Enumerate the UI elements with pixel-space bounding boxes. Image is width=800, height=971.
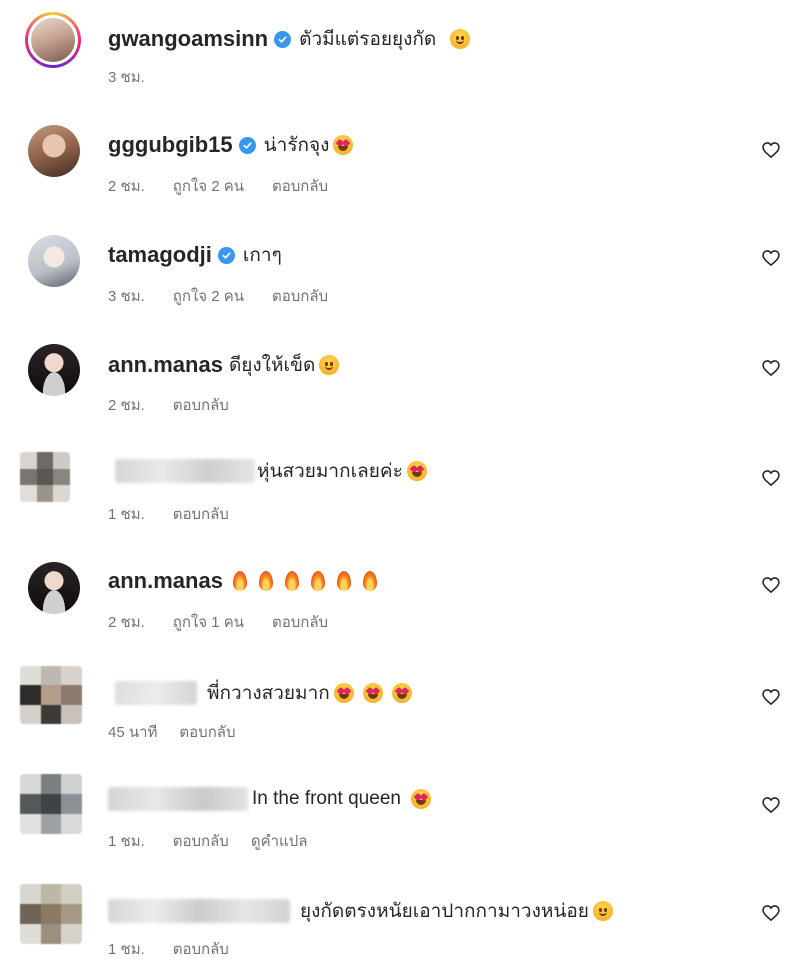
reply-button[interactable]: ตอบกลับ — [173, 393, 229, 417]
comment-time: 1 ชม. — [108, 833, 145, 850]
comment-time: 3 ชม. — [108, 69, 145, 86]
comment-time: 1 ชม. — [108, 941, 145, 958]
reply-button[interactable]: ตอบกลับ — [272, 174, 328, 198]
comment-time: 2 ชม. — [108, 178, 145, 195]
heart-eyes-emoji-icon — [410, 789, 431, 809]
reply-button[interactable]: ตอบกลับ — [173, 937, 229, 961]
blurred-avatar[interactable] — [20, 774, 82, 834]
comment-text: น่ารักจุง — [263, 135, 330, 156]
smiling-sweat-emoji-icon — [592, 901, 613, 921]
fire-emoji-icon — [336, 571, 351, 591]
like-heart-icon[interactable] — [761, 687, 781, 707]
comment-item: In the front queen 1 ชม. ตอบกลับ ดูคำแปล — [0, 770, 800, 880]
blurred-username[interactable] — [108, 787, 248, 811]
laughing-emoji-icon — [319, 355, 340, 375]
comment-text: ตัวมีแต่รอยยุงกัด — [299, 29, 437, 50]
comment-time: 45 นาที — [108, 724, 158, 741]
comment-likes-link[interactable]: ถูกใจ 2 คน — [173, 284, 244, 308]
comment-username[interactable]: gwangoamsinn — [108, 26, 268, 52]
comment-item: หุ่นสวยมากเลยค่ะ 1 ชม. ตอบกลับ — [0, 440, 800, 550]
comment-likes-link[interactable]: ถูกใจ 1 คน — [173, 610, 244, 634]
blurred-avatar[interactable] — [20, 884, 82, 944]
comment-text: In the front queen — [252, 788, 401, 809]
comment-username[interactable]: tamagodji — [108, 242, 212, 268]
fire-emoji-icon — [232, 571, 247, 591]
verified-badge-icon — [217, 246, 235, 264]
comment-username[interactable]: gggubgib15 — [108, 132, 233, 158]
reply-button[interactable]: ตอบกลับ — [272, 284, 328, 308]
avatar[interactable] — [28, 562, 80, 614]
verified-badge-icon — [238, 136, 256, 154]
comment-item: tamagodji เกาๆ 3 ชม. ถูกใจ 2 คน ตอบกลับ — [0, 220, 800, 330]
avatar[interactable] — [28, 344, 80, 396]
like-heart-icon[interactable] — [761, 575, 781, 595]
comment-time: 3 ชม. — [108, 288, 145, 305]
comment-text: ดียุงให้เข็ด — [228, 355, 316, 376]
comment-text: เกาๆ — [242, 245, 282, 266]
comment-item: ann.manas 2 ชม. ถูกใจ 1 คน ตอบกลับ — [0, 550, 800, 660]
like-heart-icon[interactable] — [761, 795, 781, 815]
pleading-face-icon — [450, 29, 471, 49]
avatar[interactable] — [28, 125, 80, 177]
comment-time: 2 ชม. — [108, 397, 145, 414]
blurred-username[interactable] — [115, 681, 197, 705]
heart-eyes-emoji-icon — [406, 461, 427, 481]
blurred-avatar[interactable] — [20, 452, 70, 502]
blurred-username[interactable] — [115, 459, 255, 483]
avatar-image — [28, 15, 78, 65]
verified-badge-icon — [274, 30, 292, 48]
comment-text: หุ่นสวยมากเลยค่ะ — [257, 461, 403, 482]
like-heart-icon[interactable] — [761, 248, 781, 268]
blurred-avatar[interactable] — [20, 666, 82, 724]
comment-item: ยุงกัดตรงหนัยเอาปากกามาวงหน่อย 1 ชม. ตอบ… — [0, 880, 800, 971]
comment-item: ann.manas ดียุงให้เข็ด 2 ชม. ตอบกลับ — [0, 330, 800, 440]
comment-item: gggubgib15 น่ารักจุง 2 ชม. ถูกใจ 2 คน ตอ… — [0, 110, 800, 220]
comment-time: 1 ชม. — [108, 506, 145, 523]
like-heart-icon[interactable] — [761, 468, 781, 488]
comment-username[interactable]: ann.manas — [108, 352, 223, 378]
like-heart-icon[interactable] — [761, 903, 781, 923]
like-heart-icon[interactable] — [761, 140, 781, 160]
comment-username[interactable]: ann.manas — [108, 568, 223, 594]
fire-emoji-icon — [284, 571, 299, 591]
reply-button[interactable]: ตอบกลับ — [272, 610, 328, 634]
blurred-username[interactable] — [108, 899, 290, 923]
heart-eyes-emoji-icon — [362, 683, 383, 703]
reply-button[interactable]: ตอบกลับ — [179, 720, 235, 744]
avatar[interactable] — [28, 235, 80, 287]
comment-item: พี่กวางสวยมาก 45 นาที ตอบกลับ — [0, 660, 800, 770]
comment-likes-link[interactable]: ถูกใจ 2 คน — [173, 174, 244, 198]
reply-button[interactable]: ตอบกลับ — [173, 829, 229, 853]
heart-eyes-emoji-icon — [391, 683, 412, 703]
avatar[interactable] — [25, 12, 81, 68]
fire-emoji-icon — [310, 571, 325, 591]
comment-item: gwangoamsinn ตัวมีแต่รอยยุงกัด 3 ชม. — [0, 0, 800, 110]
heart-eyes-emoji-icon — [333, 683, 354, 703]
fire-emoji-icon — [258, 571, 273, 591]
fire-emoji-icon — [362, 571, 377, 591]
comment-time: 2 ชม. — [108, 614, 145, 631]
comment-text: พี่กวางสวยมาก — [207, 683, 330, 704]
reply-button[interactable]: ตอบกลับ — [173, 502, 229, 526]
like-heart-icon[interactable] — [761, 358, 781, 378]
see-translation-link[interactable]: ดูคำแปล — [251, 829, 308, 853]
heart-eyes-emoji-icon — [333, 135, 354, 155]
comment-text: ยุงกัดตรงหนัยเอาปากกามาวงหน่อย — [300, 901, 589, 922]
